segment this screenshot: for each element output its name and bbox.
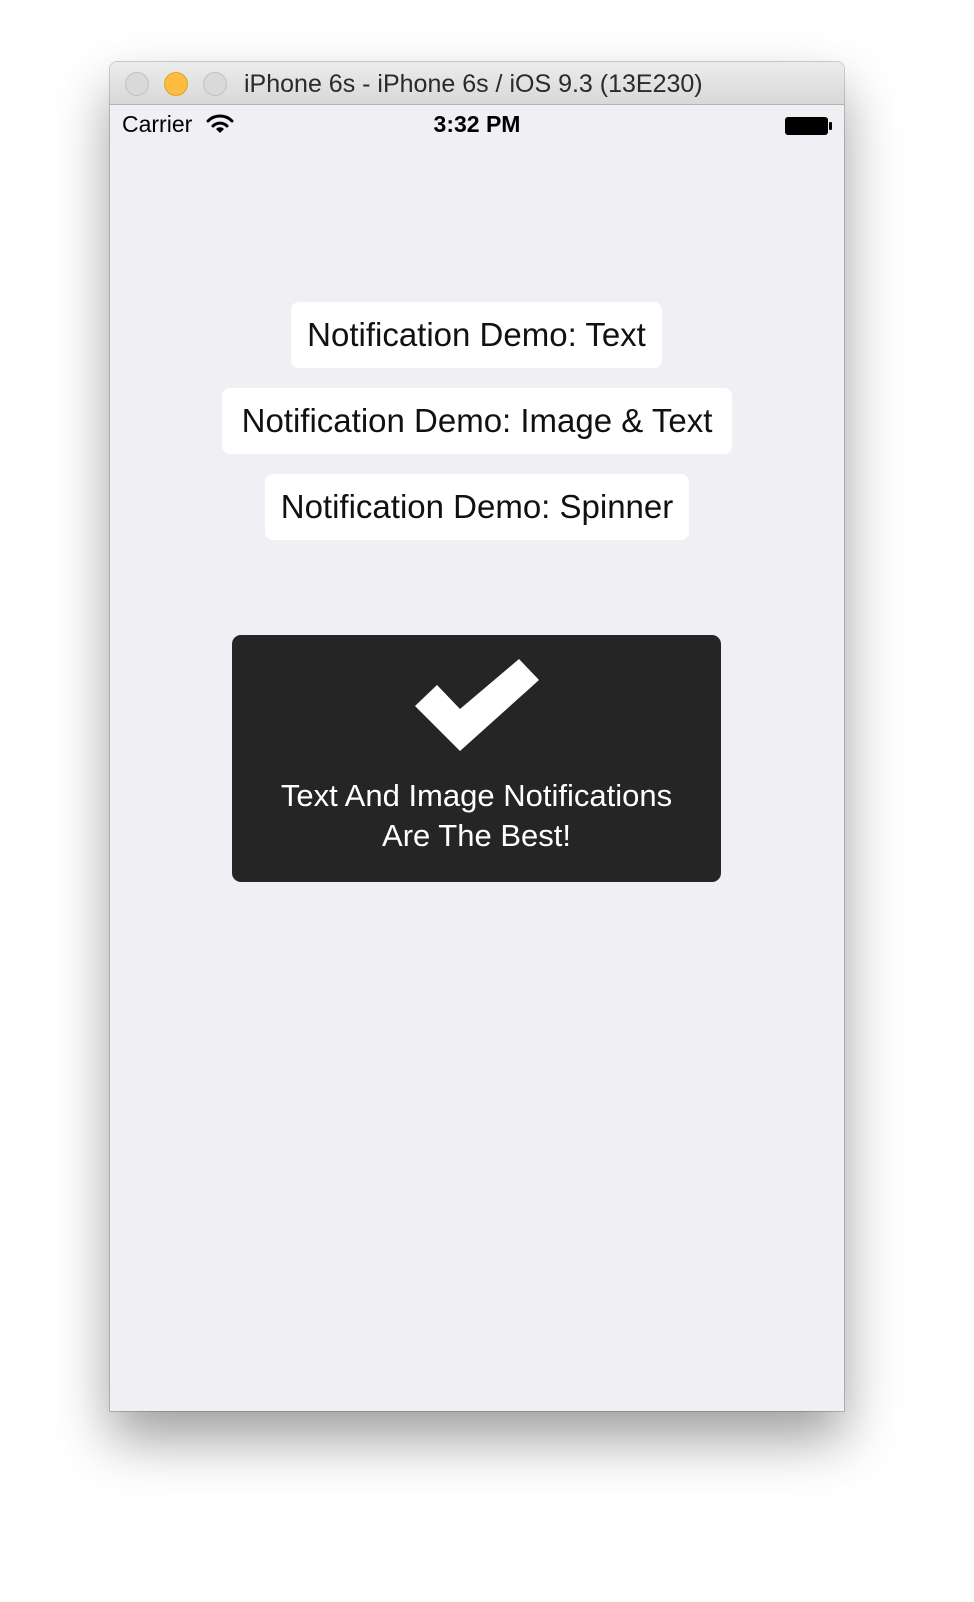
window-title: iPhone 6s - iPhone 6s / iOS 9.3 (13E230) (244, 70, 703, 98)
checkmark-icon (415, 659, 539, 751)
notification-hud: Text And Image Notifications Are The Bes… (232, 635, 721, 882)
notification-demo-image-text-button[interactable]: Notification Demo: Image & Text (222, 388, 732, 454)
window-titlebar[interactable]: iPhone 6s - iPhone 6s / iOS 9.3 (13E230) (110, 62, 844, 105)
notification-message: Text And Image Notifications Are The Bes… (232, 776, 721, 856)
notification-message-line-2: Are The Best! (382, 818, 571, 853)
status-time: 3:32 PM (433, 111, 521, 137)
notification-demo-spinner-button[interactable]: Notification Demo: Spinner (265, 474, 689, 540)
status-bar: Carrier 3:32 PM (110, 105, 844, 145)
minimize-window-button[interactable] (164, 72, 188, 96)
simulator-window: iPhone 6s - iPhone 6s / iOS 9.3 (13E230)… (110, 62, 844, 1411)
notification-demo-text-button[interactable]: Notification Demo: Text (291, 302, 662, 368)
battery-full-icon (785, 117, 832, 135)
device-screen: Carrier 3:32 PM Notification Demo: Text … (110, 105, 844, 1411)
notification-message-line-1: Text And Image Notifications (280, 778, 673, 813)
zoom-window-button[interactable] (203, 72, 227, 96)
close-window-button[interactable] (125, 72, 149, 96)
